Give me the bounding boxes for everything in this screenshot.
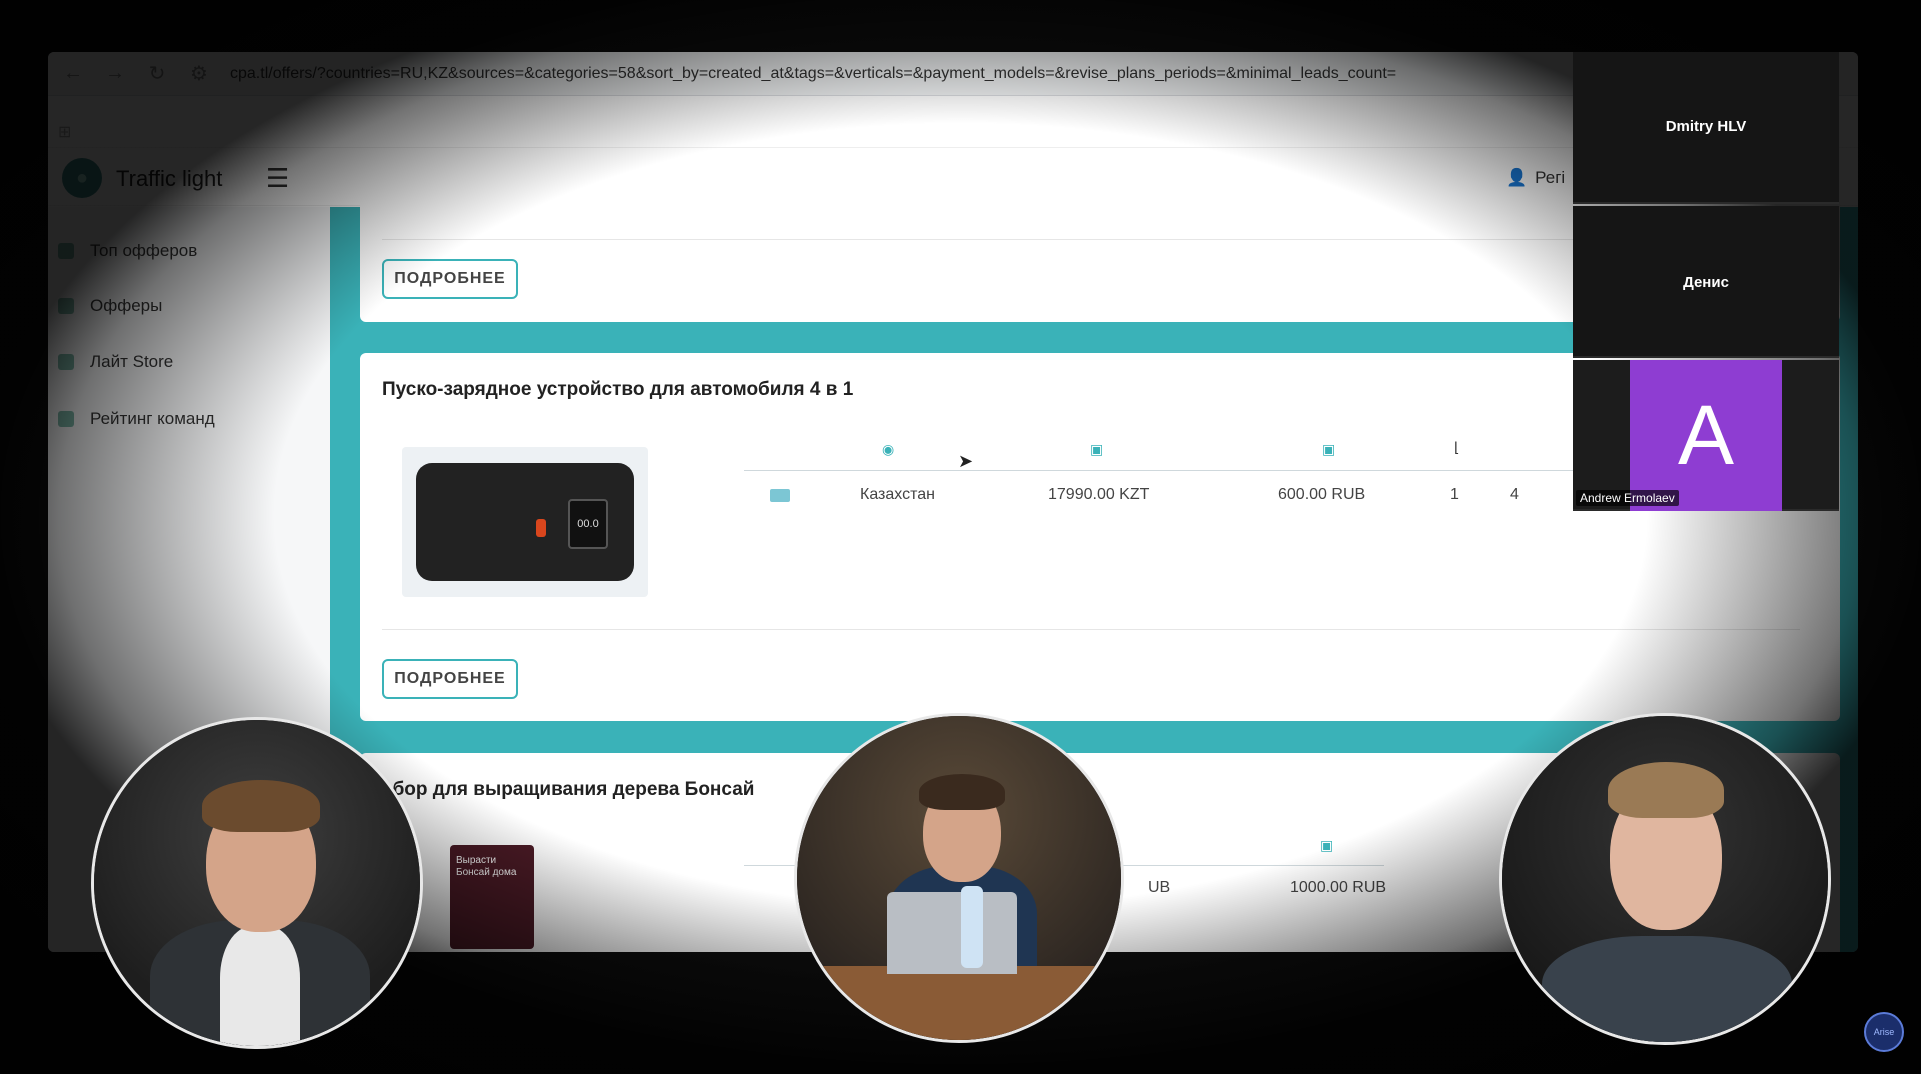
price-cell: UB	[1148, 879, 1171, 896]
payout-icon: ▣	[1320, 837, 1334, 853]
person-body	[1542, 936, 1792, 1042]
device-accent	[536, 519, 546, 537]
offer-title[interactable]: Пуско-зарядное устройство для автомобиля…	[382, 379, 853, 401]
webcam-right	[1499, 713, 1831, 1045]
sidebar-item-label: Рейтинг команд	[90, 409, 215, 428]
offer-title[interactable]: абор для выращивания дерева Бонсай	[382, 779, 754, 801]
person-hair	[1608, 762, 1724, 818]
price-cell: 17990.00 KZT	[1048, 486, 1150, 503]
brand-name[interactable]: Traffic light	[116, 166, 222, 192]
participant-tile[interactable]: Денис	[1573, 206, 1839, 358]
sidebar-item-label: Топ офферов	[90, 241, 198, 260]
payout-cell: 600.00 RUB	[1278, 486, 1366, 503]
store-icon	[58, 354, 74, 370]
offer-image[interactable]: 00.0	[402, 447, 648, 597]
extra-cell: 4	[1510, 486, 1519, 503]
participant-name-tag: Andrew Ermolaev	[1576, 490, 1679, 506]
webcam-left	[91, 717, 423, 1049]
details-button[interactable]: ПОДРОБНЕЕ	[382, 659, 518, 699]
person-shirt	[220, 926, 300, 1046]
sidebar-item-top-offers[interactable]: Топ офферов	[58, 241, 197, 261]
card-divider	[382, 629, 1800, 630]
participant-name: Денис	[1683, 274, 1729, 291]
sidebar-item-store[interactable]: Лайт Store	[58, 352, 173, 372]
person-hair	[919, 774, 1005, 810]
sidebar-item-team-rating[interactable]: Рейтинг команд	[58, 409, 215, 429]
participant-tile[interactable]: A Andrew Ermolaev	[1573, 360, 1839, 511]
sidebar-item-offers[interactable]: Офферы	[58, 296, 162, 316]
money-icon: ▣	[1090, 441, 1104, 457]
flame-icon	[58, 243, 74, 259]
sidebar-item-label: Офферы	[90, 296, 163, 315]
register-link[interactable]: 👤 Регі	[1506, 168, 1565, 188]
details-button[interactable]: ПОДРОБНЕЕ	[382, 259, 518, 299]
webcam-center	[794, 713, 1124, 1043]
device-display: 00.0	[568, 499, 608, 549]
forward-icon[interactable]: →	[98, 57, 132, 91]
water-bottle	[961, 886, 983, 968]
back-icon[interactable]: ←	[56, 57, 90, 91]
sidebar-item-label: Лайт Store	[90, 352, 174, 371]
bonsai-kit-image[interactable]: Вырасти Бонсай дома	[450, 845, 534, 949]
participant-tile[interactable]: Dmitry HLV	[1573, 52, 1839, 204]
payout-cell: 1000.00 RUB	[1290, 879, 1387, 896]
hold-icon: ⌊	[1454, 439, 1460, 455]
add-user-icon: 👤	[1506, 168, 1528, 187]
channel-logo: Arise	[1864, 1012, 1904, 1052]
menu-toggle-icon[interactable]: ☰	[266, 165, 289, 191]
participant-name: Dmitry HLV	[1665, 118, 1747, 135]
register-label: Регі	[1535, 168, 1566, 187]
jump-starter-image: 00.0	[416, 463, 634, 581]
logo-icon[interactable]: ●	[62, 158, 102, 198]
trophy-icon	[58, 411, 74, 427]
cart-icon	[58, 298, 74, 314]
person-hair	[202, 780, 320, 832]
leads-cell: 1	[1450, 486, 1459, 503]
box-text: Вырасти Бонсай дома	[456, 855, 517, 878]
site-settings-icon[interactable]: ⚙	[182, 57, 216, 91]
reload-icon[interactable]: ↻	[140, 57, 174, 91]
desk	[797, 966, 1121, 1040]
globe-icon: ◉	[882, 441, 895, 457]
payout-icon: ▣	[1322, 441, 1336, 457]
kz-flag-icon	[770, 489, 790, 502]
apps-grid-icon[interactable]: ⊞	[58, 122, 76, 141]
laptop	[887, 892, 1017, 974]
country-cell: Казахстан	[860, 486, 935, 503]
mouse-cursor: ➤	[958, 451, 974, 471]
participant-avatar: A	[1630, 360, 1782, 511]
url-field[interactable]: cpa.tl/offers/?countries=RU,KZ&sources=&…	[230, 65, 1396, 83]
